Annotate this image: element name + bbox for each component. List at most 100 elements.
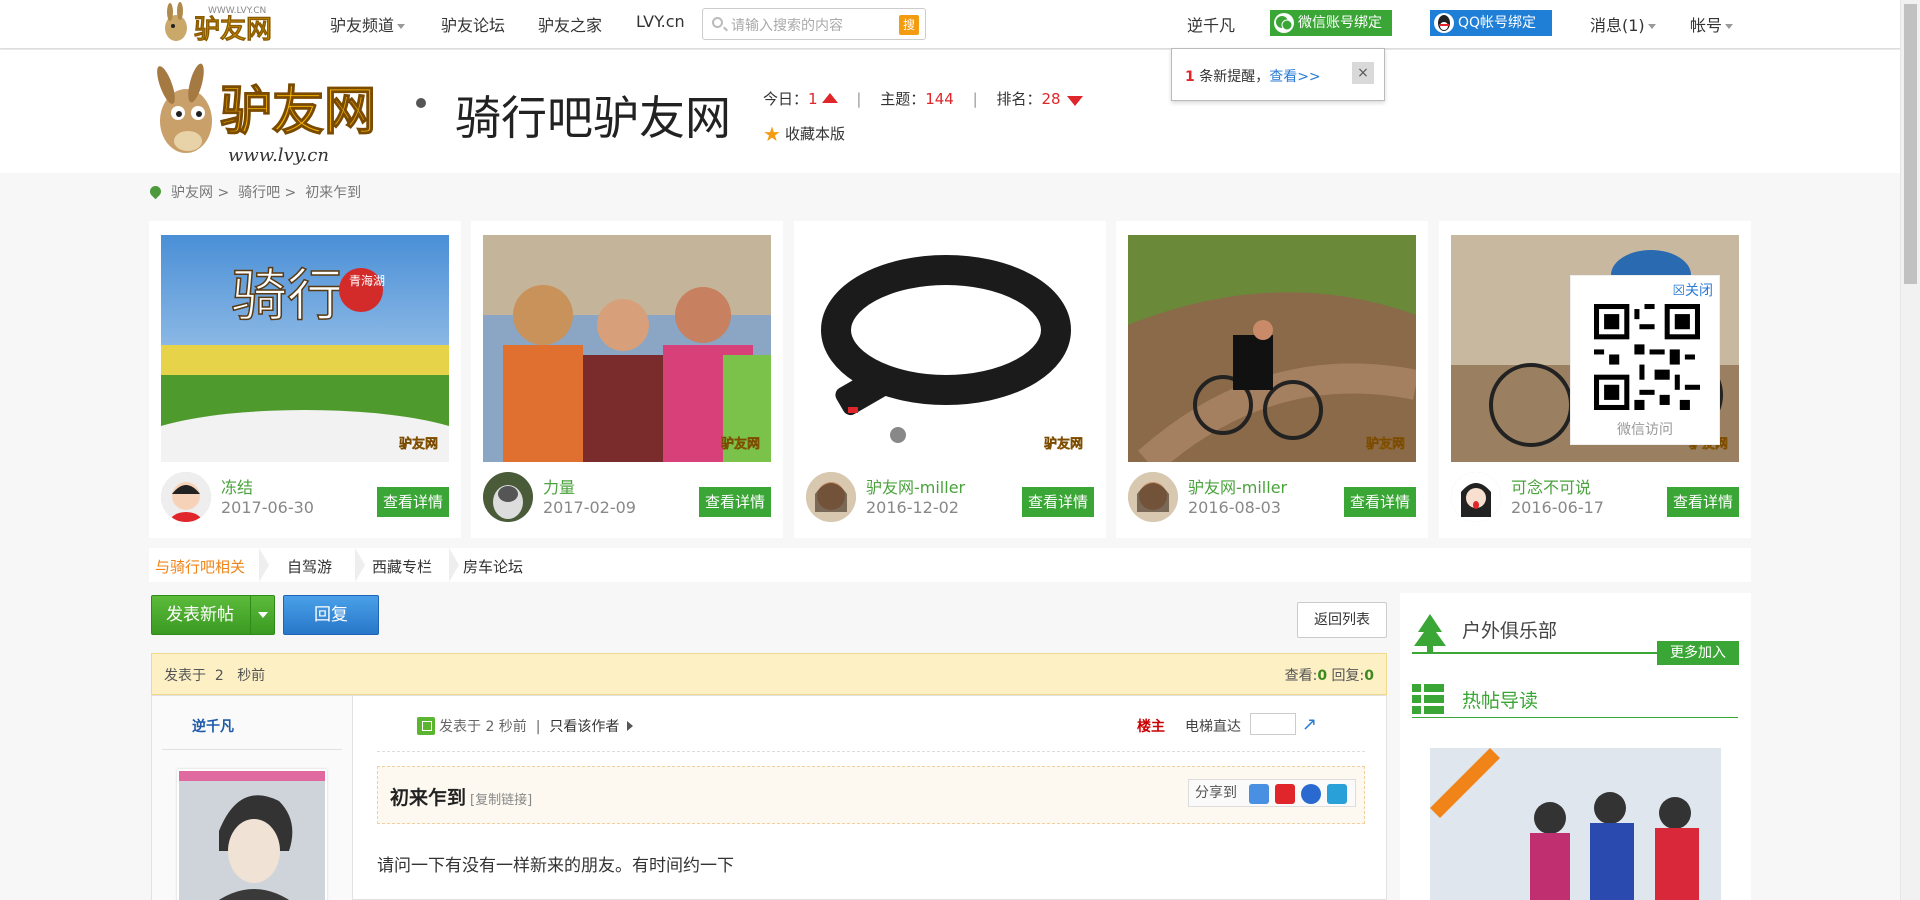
breadcrumb-home[interactable]: 驴友网 > xyxy=(171,185,229,201)
featured-cards: 骑行 青海湖 驴友网 冻结 2017-06-30 查看详情 驴友网 力量 201… xyxy=(149,221,1751,538)
tab-related[interactable]: 与骑行吧相关 xyxy=(155,556,245,577)
chevron-down-icon xyxy=(1725,24,1734,29)
card-image[interactable]: 驴友网 xyxy=(806,235,1094,462)
club-title: 户外俱乐部 xyxy=(1462,620,1558,642)
card-author[interactable]: 力量 xyxy=(543,474,575,498)
hot-post-image[interactable] xyxy=(1430,748,1721,900)
qzone-share-icon[interactable] xyxy=(1249,784,1269,804)
nav-lvy-cn[interactable]: LVY.cn xyxy=(636,12,685,31)
watermark-logo: 驴友网 xyxy=(399,436,438,452)
search-placeholder: 请输入搜索的内容 xyxy=(731,18,843,34)
tab-divider xyxy=(355,548,365,582)
featured-card: 驴友网 驴友网-miller 2016-12-02 查看详情 xyxy=(794,221,1106,538)
close-icon[interactable]: × xyxy=(1352,62,1374,84)
tab-tibet[interactable]: 西藏专栏 xyxy=(372,556,432,577)
tree-icon xyxy=(1414,614,1446,652)
svg-text:驴友网: 驴友网 xyxy=(1044,436,1083,452)
card-author[interactable]: 可念不可说 xyxy=(1511,474,1591,498)
card-date: 2016-12-02 xyxy=(866,498,959,517)
view-details-button[interactable]: 查看详情 xyxy=(1022,487,1094,517)
view-notification-link[interactable]: 查看>> xyxy=(1269,69,1320,85)
view-details-button[interactable]: 查看详情 xyxy=(699,487,771,517)
tencent-share-icon[interactable] xyxy=(1327,784,1347,804)
avatar[interactable] xyxy=(806,472,856,522)
today-count: 1 xyxy=(808,90,818,108)
only-author-link[interactable]: 只看该作者 xyxy=(549,719,619,735)
chevron-down-icon xyxy=(397,24,406,29)
forum-stats: 今日：1 | 主题：144 | 排名：28 xyxy=(763,88,1083,109)
join-more-button[interactable]: 更多加入 xyxy=(1657,641,1739,665)
watermark-logo: 驴友网 xyxy=(1366,436,1405,452)
notification-popup: 1 条新提醒，查看>> × xyxy=(1171,48,1385,101)
list-icon xyxy=(1412,684,1444,714)
avatar[interactable] xyxy=(1128,472,1178,522)
tab-divider xyxy=(449,548,459,582)
reply-button[interactable]: 回复 xyxy=(283,595,379,635)
tab-rv[interactable]: 房车论坛 xyxy=(463,556,523,577)
elevator-input[interactable] xyxy=(1250,713,1296,735)
breadcrumb-current: 初来乍到 xyxy=(305,185,362,201)
view-details-button[interactable]: 查看详情 xyxy=(1344,487,1416,517)
post-title-box: 初来乍到 [复制链接] 分享到 xyxy=(377,766,1365,824)
hot-posts-title: 热帖导读 xyxy=(1462,690,1539,712)
author-avatar[interactable] xyxy=(177,769,327,900)
post-title: 初来乍到 [复制链接] xyxy=(390,787,533,809)
card-image[interactable]: 骑行 青海湖 驴友网 xyxy=(161,235,449,462)
card-author[interactable]: 驴友网-miller xyxy=(1188,474,1287,498)
breadcrumb-forum[interactable]: 骑行吧 > xyxy=(238,185,296,201)
baidu-share-icon[interactable] xyxy=(1301,784,1321,804)
featured-card: 驴友网 力量 2017-02-09 查看详情 xyxy=(471,221,783,538)
nav-lvy-channel[interactable]: 驴友频道 xyxy=(330,12,406,36)
forum-logo[interactable]: 驴友网 www.lvy.cn xyxy=(148,63,388,167)
svg-text:骑行: 骑行 xyxy=(231,264,343,329)
qq-bind-button[interactable]: QQ帐号绑定 xyxy=(1430,10,1552,36)
post-content: 请问一下有没有一样新来的朋友。有时间约一下 xyxy=(377,856,734,876)
messages-menu[interactable]: 消息(1) xyxy=(1590,12,1656,36)
view-details-button[interactable]: 查看详情 xyxy=(1667,487,1739,517)
svg-text:青海湖: 青海湖 xyxy=(349,273,385,288)
card-author[interactable]: 冻结 xyxy=(221,474,253,498)
star-icon: ★ xyxy=(763,122,781,146)
card-image[interactable]: 驴友网 xyxy=(1128,235,1416,462)
floor-label: 楼主 xyxy=(1137,719,1165,735)
weibo-share-icon[interactable] xyxy=(1275,784,1295,804)
view-details-button[interactable]: 查看详情 xyxy=(377,487,449,517)
triangle-right-icon xyxy=(627,721,634,731)
svg-text:驴友网: 驴友网 xyxy=(1366,436,1405,452)
forum-header: 驴友网 www.lvy.cn 骑行吧驴友网 今日：1 | 主题：144 | 排名… xyxy=(0,50,1900,173)
share-bar: 分享到 xyxy=(1188,779,1356,807)
username-link[interactable]: 逆千凡 xyxy=(1187,12,1235,36)
forum-title: 骑行吧驴友网 xyxy=(455,91,731,145)
avatar[interactable] xyxy=(483,472,533,522)
breadcrumb: 驴友网 > 骑行吧 > 初来乍到 xyxy=(147,182,362,202)
author-name[interactable]: 逆千凡 xyxy=(192,716,234,736)
dropdown-arrow-icon[interactable] xyxy=(250,596,274,634)
nav-lvy-forum[interactable]: 驴友论坛 xyxy=(441,12,505,36)
avatar[interactable] xyxy=(161,472,211,522)
watermark-logo: 驴友网 xyxy=(721,436,760,452)
search-button[interactable]: 搜 xyxy=(899,15,919,35)
favorite-forum-link[interactable]: ★ 收藏本版 xyxy=(763,122,845,146)
site-logo[interactable]: 驴友网 WWW.LVY.CN xyxy=(158,2,283,46)
search-input[interactable]: 请输入搜索的内容 搜 xyxy=(702,8,926,40)
account-menu[interactable]: 帐号 xyxy=(1690,12,1734,36)
card-author[interactable]: 驴友网-miller xyxy=(866,474,965,498)
back-to-list-button[interactable]: 返回列表 xyxy=(1297,602,1387,638)
card-image[interactable]: 驴友网 xyxy=(483,235,771,462)
new-post-button[interactable]: 发表新帖 xyxy=(151,595,275,635)
tab-self-drive[interactable]: 自驾游 xyxy=(287,556,332,577)
scrollbar[interactable] xyxy=(1900,0,1920,900)
qr-close-button[interactable]: ☒关闭 xyxy=(1672,280,1713,300)
post-body: 逆千凡 发表于 2 秒前 | 只看该作者 楼主 电梯直达 ↗ 初来乍到 [复制链接… xyxy=(151,695,1387,900)
tab-divider xyxy=(259,548,269,582)
nav-lvy-home[interactable]: 驴友之家 xyxy=(538,12,602,36)
scrollbar-thumb[interactable] xyxy=(1904,4,1917,284)
featured-card: 骑行 青海湖 驴友网 冻结 2017-06-30 查看详情 xyxy=(149,221,461,538)
posted-time: 发表于 2 秒前 xyxy=(164,668,266,684)
sidebar: 户外俱乐部 更多加入 热帖导读 xyxy=(1400,593,1751,900)
copy-link[interactable]: [复制链接] xyxy=(470,793,532,808)
avatar[interactable] xyxy=(1451,472,1501,522)
wechat-bind-button[interactable]: 微信账号绑定 xyxy=(1270,10,1392,36)
go-icon[interactable]: ↗ xyxy=(1302,714,1317,735)
title-dot xyxy=(416,98,426,108)
